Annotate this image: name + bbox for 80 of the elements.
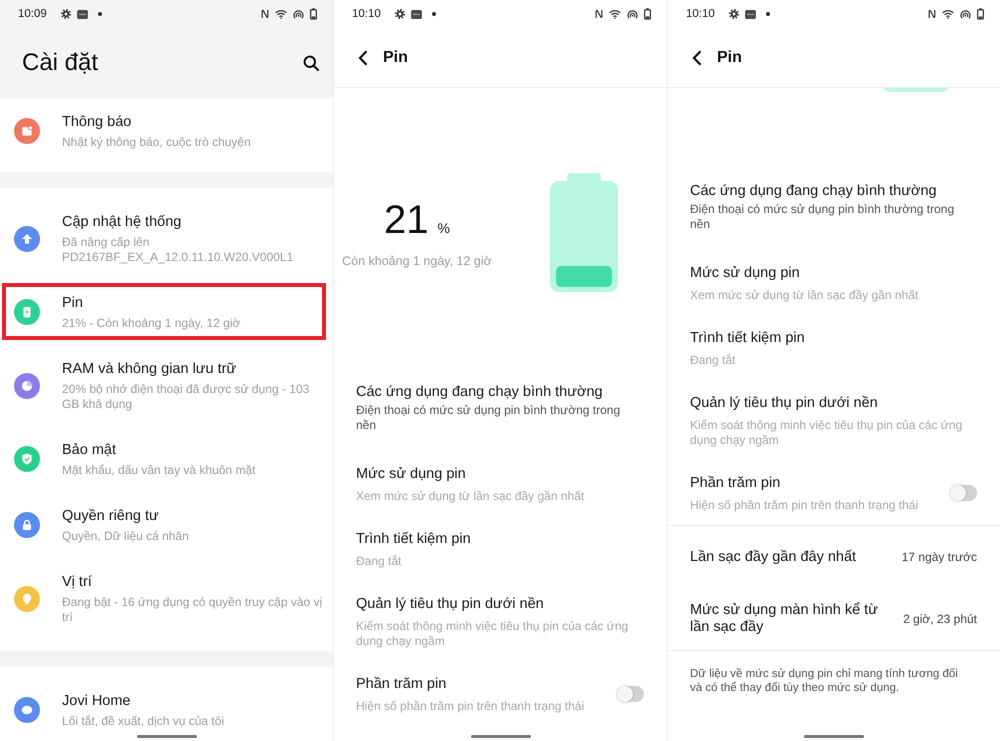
battery-gauge-edge	[884, 88, 948, 92]
page-title: Pin	[717, 48, 742, 66]
page-title: Pin	[383, 48, 408, 66]
app-icon	[76, 10, 88, 18]
item-title: Quyền riêng tư	[62, 507, 160, 526]
nfc-icon	[595, 9, 603, 19]
status-text: Điện thoại có mức sử dụng pin bình thường trong nền	[356, 403, 622, 433]
item-subtitle: Đã nâng cấp lên PD2167BF_EX_A_12.0.11.10.W20.V000L1	[62, 235, 294, 265]
app-icon	[744, 10, 756, 18]
item-subtitle: Xem mức sử dụng từ lần sạc đầy gần nhất	[690, 288, 920, 303]
item-title: Bảo mật	[62, 441, 117, 460]
item-title: Phần trăm pin	[690, 474, 782, 493]
hotspot-icon	[960, 10, 971, 18]
item-subtitle: Mật khẩu, dấu vân tay và khuôn mặt	[62, 463, 256, 478]
item-subtitle: Nhật ký thông báo, cuộc trò chuyện	[62, 135, 251, 150]
item-title: Lần sạc đầy gần đây nhất	[690, 548, 858, 566]
item-title: Phần trăm pin	[356, 675, 448, 694]
wifi-icon	[609, 9, 621, 19]
item-title: Vị trí	[62, 573, 93, 592]
item-subtitle: Xem mức sử dụng từ lần sạc đầy gần nhất	[356, 489, 586, 504]
battery-status-icon	[310, 8, 317, 20]
dot-icon	[766, 12, 770, 16]
item-subtitle: Đang bật - 16 ứng dụng có quyền truy cập vào vị trí	[62, 595, 324, 625]
item-subtitle: Hiện số phần trăm pin trên thanh trạng thái	[690, 498, 920, 513]
gear-icon	[60, 9, 71, 19]
search-button[interactable]	[301, 53, 321, 73]
toggle-switch[interactable]	[617, 686, 644, 702]
nfc-icon	[928, 9, 936, 19]
status-text: Điện thoại có mức sử dụng pin bình thường trong nền	[690, 202, 956, 232]
wifi-icon	[942, 9, 954, 19]
item-value: 2 giờ, 23 phút	[903, 612, 977, 626]
status-time: 10:10	[686, 8, 715, 20]
battery-status-icon	[977, 8, 984, 20]
hotspot-icon	[627, 10, 638, 18]
item-title: Jovi Home	[62, 692, 132, 711]
item-title: Mức sử dụng pin	[690, 264, 801, 283]
wifi-icon	[275, 9, 287, 19]
item-title: Cập nhật hệ thống	[62, 213, 182, 232]
dot-icon	[98, 12, 102, 16]
item-title: Mức sử dụng pin	[356, 465, 467, 484]
percent-sign: %	[438, 220, 450, 236]
item-subtitle: Kiểm soát thông minh việc tiêu thụ pin của các ứng dụng chạy ngầm	[690, 418, 964, 448]
item-title: Pin	[62, 294, 84, 313]
gear-icon	[394, 9, 405, 19]
app-icon	[410, 10, 422, 18]
home-indicator[interactable]	[804, 735, 864, 738]
item-value: 17 ngày trước	[902, 550, 977, 564]
item-subtitle: Đang tắt	[356, 554, 402, 569]
nfc-icon	[261, 9, 269, 19]
item-title: Mức sử dụng màn hình kể từ lần sạc đầy	[690, 602, 879, 636]
back-button[interactable]	[356, 48, 370, 68]
item-title: Trình tiết kiệm pin	[356, 530, 472, 549]
page-title: Cài đặt	[22, 49, 100, 77]
home-indicator[interactable]	[470, 735, 530, 738]
battery-status-icon	[644, 8, 651, 20]
item-title: RAM và không gian lưu trữ	[62, 360, 238, 379]
toggle-switch[interactable]	[950, 484, 977, 500]
dot-icon	[432, 12, 436, 16]
item-title: Quản lý tiêu thụ pin dưới nền	[356, 595, 545, 614]
item-title: Quản lý tiêu thụ pin dưới nền	[690, 394, 879, 413]
item-subtitle: 20% bộ nhớ điện thoại đã được sử dụng - 103 GB khả dụng	[62, 382, 310, 412]
remaining-time: Còn khoảng 1 ngày, 12 giờ	[342, 254, 492, 268]
item-subtitle: Kiểm soát thông minh việc tiêu thụ pin của các ứng dụng chạy ngầm	[356, 619, 630, 649]
item-title: Trình tiết kiệm pin	[690, 329, 806, 348]
item-title: Các ứng dụng đang chạy bình thường	[356, 383, 604, 402]
item-title: Thông báo	[62, 113, 132, 132]
item-subtitle: Lối tắt, đề xuất, dịch vụ của tôi	[62, 714, 224, 729]
item-title: Các ứng dụng đang chạy bình thường	[690, 182, 938, 201]
home-indicator[interactable]	[136, 735, 196, 738]
battery-percent: 21	[384, 198, 429, 242]
item-subtitle: Quyền, Dữ liệu cá nhân	[62, 529, 189, 544]
item-subtitle: Đang tắt	[690, 353, 736, 368]
item-subtitle: Hiện số phần trăm pin trên thanh trạng thái	[356, 699, 586, 714]
back-button[interactable]	[690, 48, 704, 68]
item-subtitle: 21% - Còn khoảng 1 ngày, 12 giờ	[62, 316, 240, 331]
gear-icon	[728, 9, 739, 19]
status-time: 10:09	[18, 8, 47, 20]
note-text: Dữ liệu về mức sử dụng pin chỉ mang tính tương đối và có thể thay đổi tùy theo mức sử dụng.	[689, 667, 959, 696]
hotspot-icon	[293, 10, 304, 18]
status-time: 10:10	[352, 8, 381, 20]
